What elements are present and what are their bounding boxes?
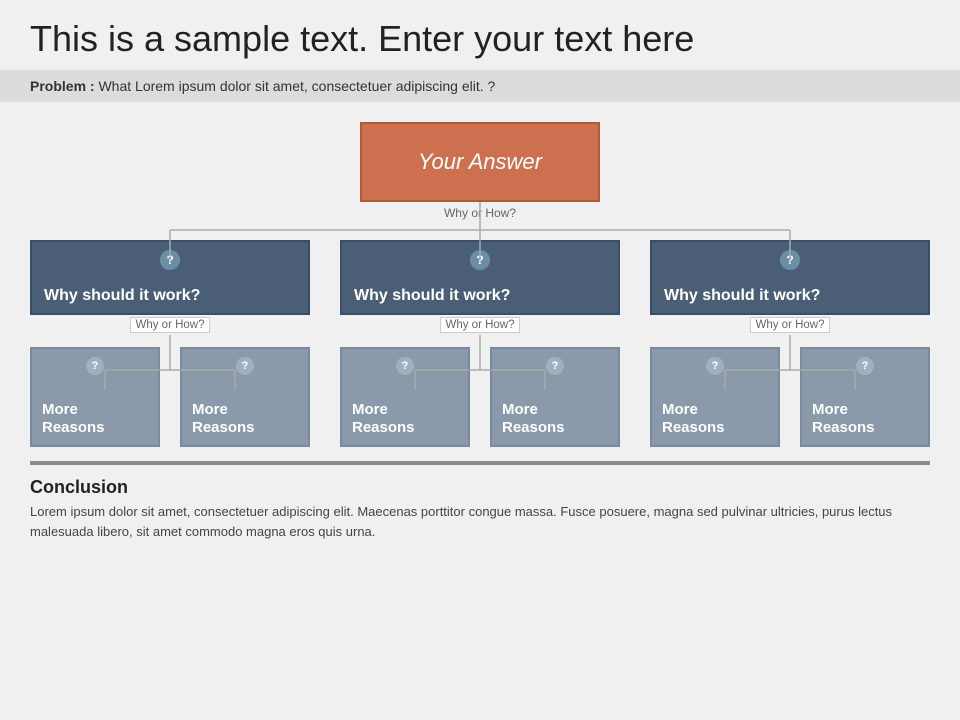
leaf-question-icon-2-1: ? [856,357,874,375]
root-row: Your Answer [30,112,930,202]
leaf-node-1-0-label: MoreReasons [352,401,415,437]
leaf-question-icon-2-0: ? [706,357,724,375]
branch-node-0[interactable]: ? Why should it work? [30,240,310,315]
problem-bar: Problem : What Lorem ipsum dolor sit ame… [0,70,960,102]
leaf-node-2-1[interactable]: ? MoreReasons [800,347,930,447]
why-label-cell-1: Why or How? [340,315,620,333]
branch-node-2[interactable]: ? Why should it work? [650,240,930,315]
leaf-question-icon-1-1: ? [546,357,564,375]
leaf-node-1-1-label: MoreReasons [502,401,565,437]
conclusion-title: Conclusion [30,477,930,498]
problem-label: Problem : [30,78,95,94]
leaf-node-0-0-label: MoreReasons [42,401,105,437]
root-node-label: Your Answer [418,149,542,175]
leaf-group-0: ? MoreReasons ? MoreReasons [30,347,310,447]
branch-node-1-label: Why should it work? [354,287,510,305]
question-icon-1: ? [470,250,490,270]
leaf-node-2-0[interactable]: ? MoreReasons [650,347,780,447]
diagram-wrapper: Your Answer Why or How? ? Why should it … [30,112,930,447]
leaf-node-2-0-label: MoreReasons [662,401,725,437]
conclusion-section: Conclusion Lorem ipsum dolor sit amet, c… [0,473,960,545]
branch-node-0-label: Why should it work? [44,287,200,305]
leaf-node-0-1[interactable]: ? MoreReasons [180,347,310,447]
question-icon-2: ? [780,250,800,270]
why-label-cell-2: Why or How? [650,315,930,333]
leaf-node-2-1-label: MoreReasons [812,401,875,437]
leaf-question-icon-0-1: ? [236,357,254,375]
why-label-cell-0: Why or How? [30,315,310,333]
leaf-question-icon-1-0: ? [396,357,414,375]
leaf-node-1-0[interactable]: ? MoreReasons [340,347,470,447]
conclusion-text: Lorem ipsum dolor sit amet, consectetuer… [30,502,930,541]
branch-node-1[interactable]: ? Why should it work? [340,240,620,315]
why-label-1: Why or How? [440,317,519,333]
root-node[interactable]: Your Answer [360,122,600,202]
problem-text: What Lorem ipsum dolor sit amet, consect… [98,78,495,94]
bottom-divider [30,461,930,465]
leaf-row: ? MoreReasons ? MoreReasons ? MoreReason… [30,347,930,447]
question-icon-0: ? [160,250,180,270]
leaf-group-2: ? MoreReasons ? MoreReasons [650,347,930,447]
why-label-0: Why or How? [130,317,209,333]
leaf-question-icon-0-0: ? [86,357,104,375]
why-label-row: Why or How? Why or How? Why or How? [30,315,930,333]
branch-row: ? Why should it work? ? Why should it wo… [30,240,930,315]
why-root-label: Why or How? [30,206,930,220]
branch-node-2-label: Why should it work? [664,287,820,305]
leaf-group-1: ? MoreReasons ? MoreReasons [340,347,620,447]
why-label-2: Why or How? [750,317,829,333]
leaf-node-1-1[interactable]: ? MoreReasons [490,347,620,447]
leaf-node-0-0[interactable]: ? MoreReasons [30,347,160,447]
diagram-area: Your Answer Why or How? ? Why should it … [0,102,960,447]
page-title: This is a sample text. Enter your text h… [0,0,960,70]
leaf-node-0-1-label: MoreReasons [192,401,255,437]
